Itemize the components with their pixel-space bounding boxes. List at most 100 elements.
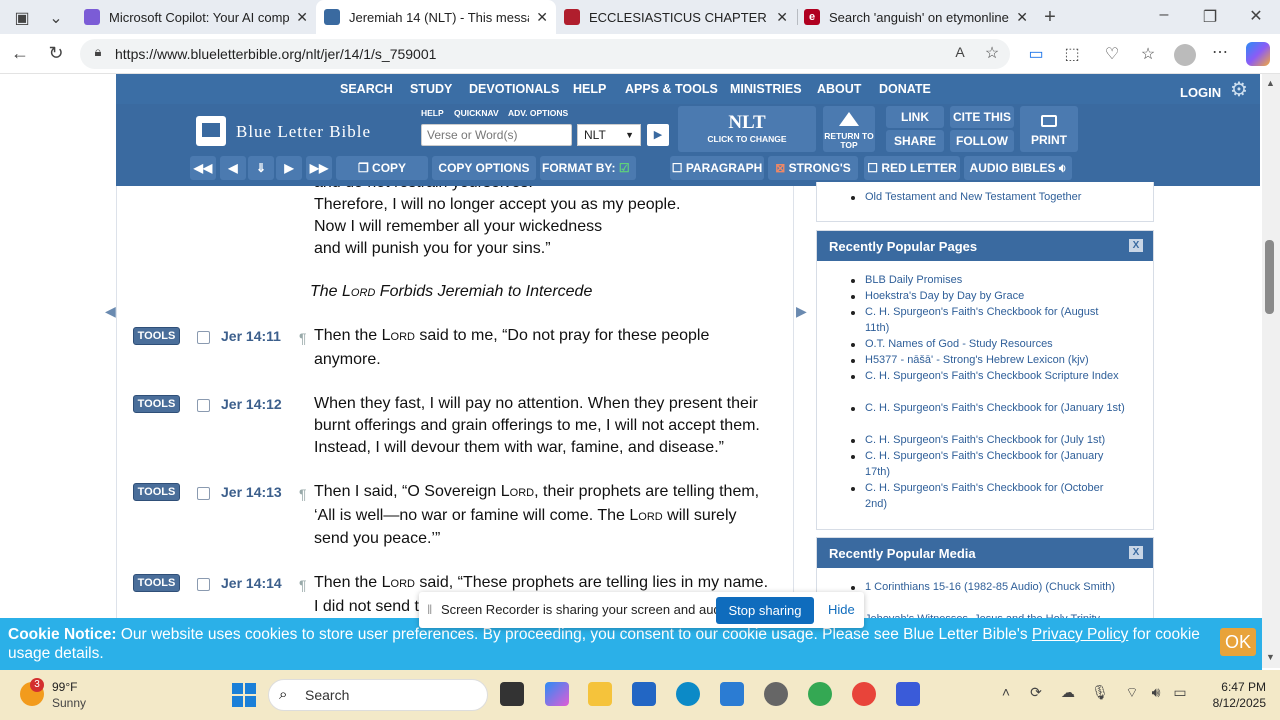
popular-page-link[interactable]: C. H. Spurgeon's Faith's Checkbook for (… xyxy=(865,432,1125,448)
audio-bibles-button[interactable]: AUDIO BIBLES 🔉︎ xyxy=(964,156,1072,180)
back-icon[interactable]: ← xyxy=(8,43,32,64)
hide-button[interactable]: Hide xyxy=(828,602,855,617)
lock-icon[interactable]: 🔒︎ xyxy=(86,44,110,60)
red-letter-toggle[interactable]: ☐ RED LETTER xyxy=(864,156,960,180)
address-bar[interactable]: 🔒︎ https://www.blueletterbible.org/nlt/j… xyxy=(80,39,1010,69)
prev-book-icon[interactable]: ◀◀ xyxy=(190,156,216,180)
tray-chevron-icon[interactable]: ˄ xyxy=(994,684,1018,700)
url-text[interactable]: https://www.blueletterbible.org/nlt/jer/… xyxy=(115,46,436,62)
browser-essentials-icon[interactable]: ♡ xyxy=(1100,44,1124,64)
gear-icon[interactable]: ⚙ xyxy=(1230,77,1248,102)
profile-avatar[interactable] xyxy=(1174,44,1196,66)
tools-button[interactable]: TOOLS xyxy=(133,574,180,592)
paragraph-toggle[interactable]: ☐ PARAGRAPH xyxy=(670,156,764,180)
close-tab-icon[interactable]: ✕ xyxy=(776,9,788,26)
split-screen-icon[interactable]: ▭ xyxy=(1024,44,1048,64)
wifi-icon[interactable]: ⌔ xyxy=(1120,684,1144,702)
stop-sharing-button[interactable]: Stop sharing xyxy=(716,597,814,624)
format-by-verse[interactable]: FORMAT BY: ☑ VERSE xyxy=(540,156,636,199)
popular-page-link[interactable]: C. H. Spurgeon's Faith's Checkbook for (… xyxy=(865,400,1125,416)
quicknav-link[interactable]: QUICKNAV xyxy=(454,108,499,118)
copilot-icon[interactable] xyxy=(1246,42,1270,66)
start-windows-icon[interactable] xyxy=(232,683,256,707)
adv-options-link[interactable]: ADV. OPTIONS xyxy=(508,108,568,118)
nav-search[interactable]: SEARCH xyxy=(340,82,393,96)
nav-donate[interactable]: DONATE xyxy=(879,82,931,96)
return-to-top-button[interactable]: RETURN TO TOP xyxy=(823,106,875,152)
edge-icon[interactable] xyxy=(676,682,700,706)
help-link[interactable]: HELP xyxy=(421,108,444,118)
clock[interactable]: 6:47 PM 8/12/2025 xyxy=(1200,679,1266,711)
copy-verse-icon[interactable] xyxy=(197,487,210,500)
prev-chapter-icon[interactable]: ◀ xyxy=(220,156,246,180)
copy-button[interactable]: ❐ COPY xyxy=(336,156,428,180)
tab-jeremiah[interactable]: Jeremiah 14 (NLT) - This message ✕ xyxy=(316,0,556,34)
follow-button[interactable]: FOLLOW xyxy=(950,130,1014,152)
popular-page-link[interactable]: Hoekstra's Day by Day by Grace xyxy=(865,288,1125,304)
copy-options-button[interactable]: COPY OPTIONS xyxy=(432,156,536,180)
volume-icon[interactable]: 🔊︎ xyxy=(1144,684,1168,701)
tools-button[interactable]: TOOLS xyxy=(133,327,180,345)
popular-page-link[interactable]: C. H. Spurgeon's Faith's Checkbook for (… xyxy=(865,448,1125,480)
settings-icon[interactable] xyxy=(764,682,788,706)
tools-button[interactable]: TOOLS xyxy=(133,395,180,413)
sidebar-link[interactable]: Old Testament and New Testament Together xyxy=(865,189,1125,205)
read-aloud-icon[interactable]: A xyxy=(948,44,972,60)
popular-page-link[interactable]: H5377 - nāšā' - Strong's Hebrew Lexicon … xyxy=(865,352,1125,368)
taskbar-search[interactable]: ⌕ Search xyxy=(268,679,488,711)
cookie-ok-button[interactable]: OK xyxy=(1220,628,1256,656)
tab-actions-chevron-icon[interactable]: ⌄ xyxy=(44,8,68,28)
close-box-button[interactable]: X xyxy=(1129,239,1143,252)
login-link[interactable]: LOGIN xyxy=(1180,85,1221,100)
popular-page-link[interactable]: C. H. Spurgeon's Faith's Checkbook Scrip… xyxy=(865,368,1125,384)
collapse-left-icon[interactable]: ◀ xyxy=(105,303,116,320)
verse-ref[interactable]: Jer 14:11 xyxy=(221,328,281,344)
close-tab-icon[interactable]: ✕ xyxy=(536,9,548,26)
print-button[interactable]: PRINT xyxy=(1020,106,1078,152)
popular-page-link[interactable]: O.T. Names of God - Study Resources xyxy=(865,336,1125,352)
scroll-up-icon[interactable]: ▲ xyxy=(1266,78,1275,88)
nav-apps-tools[interactable]: APPS & TOOLS xyxy=(625,82,718,96)
copy-verse-icon[interactable] xyxy=(197,399,210,412)
battery-icon[interactable]: ▭ xyxy=(1168,684,1192,701)
cloud-icon[interactable]: ☁ xyxy=(1056,684,1080,701)
popular-page-link[interactable]: C. H. Spurgeon's Faith's Checkbook for (… xyxy=(865,480,1125,512)
notepad-icon[interactable] xyxy=(720,682,744,706)
close-box-button[interactable]: X xyxy=(1129,546,1143,559)
close-tab-icon[interactable]: ✕ xyxy=(1016,9,1028,26)
copilot-taskbar-icon[interactable] xyxy=(545,682,569,706)
nav-ministries[interactable]: MINISTRIES xyxy=(730,82,802,96)
tab-copilot[interactable]: Microsoft Copilot: Your AI compa ✕ xyxy=(76,0,316,34)
task-view-icon[interactable] xyxy=(500,682,524,706)
close-window-icon[interactable]: ✕ xyxy=(1244,6,1268,26)
tools-button[interactable]: TOOLS xyxy=(133,483,180,501)
privacy-policy-link[interactable]: Privacy Policy xyxy=(1032,626,1128,643)
verse-ref[interactable]: Jer 14:14 xyxy=(221,575,282,591)
tab-ecclesiasticus[interactable]: ECCLESIASTICUS CHAPTER 27 KJV ✕ xyxy=(556,0,796,34)
next-chapter-icon[interactable]: ▶ xyxy=(276,156,302,180)
close-tab-icon[interactable]: ✕ xyxy=(296,9,308,26)
sync-icon[interactable]: ⟳ xyxy=(1024,684,1048,701)
next-book-icon[interactable]: ▶▶ xyxy=(306,156,332,180)
favorites-icon[interactable]: ☆ xyxy=(1136,44,1160,64)
go-button[interactable]: ▶ xyxy=(647,124,669,146)
store-icon[interactable] xyxy=(632,682,656,706)
jump-icon[interactable]: ⇓ xyxy=(248,156,274,180)
popular-media-link[interactable]: 1 Corinthians 15-16 (1982-85 Audio) (Chu… xyxy=(865,579,1125,595)
verse-search-input[interactable]: Verse or Word(s) xyxy=(421,124,572,146)
nav-help[interactable]: HELP xyxy=(573,82,606,96)
popular-page-link[interactable]: BLB Daily Promises xyxy=(865,272,1125,288)
link-button[interactable]: LINK xyxy=(886,106,944,128)
microphone-icon[interactable]: 🎙︎ xyxy=(1088,684,1112,701)
favorite-star-icon[interactable]: ☆ xyxy=(980,43,1004,63)
nav-devotionals[interactable]: DEVOTIONALS xyxy=(469,82,559,96)
blb-logo[interactable]: Blue Letter Bible xyxy=(196,112,406,148)
restore-icon[interactable]: ❐ xyxy=(1198,7,1222,27)
chrome-icon[interactable] xyxy=(808,682,832,706)
popular-page-link[interactable]: C. H. Spurgeon's Faith's Checkbook for (… xyxy=(865,304,1125,336)
minimize-icon[interactable]: – xyxy=(1152,6,1176,24)
verse-ref[interactable]: Jer 14:13 xyxy=(221,484,282,500)
new-tab-icon[interactable]: + xyxy=(1038,6,1062,29)
chrome-profile-icon[interactable] xyxy=(852,682,876,706)
nav-about[interactable]: ABOUT xyxy=(817,82,861,96)
